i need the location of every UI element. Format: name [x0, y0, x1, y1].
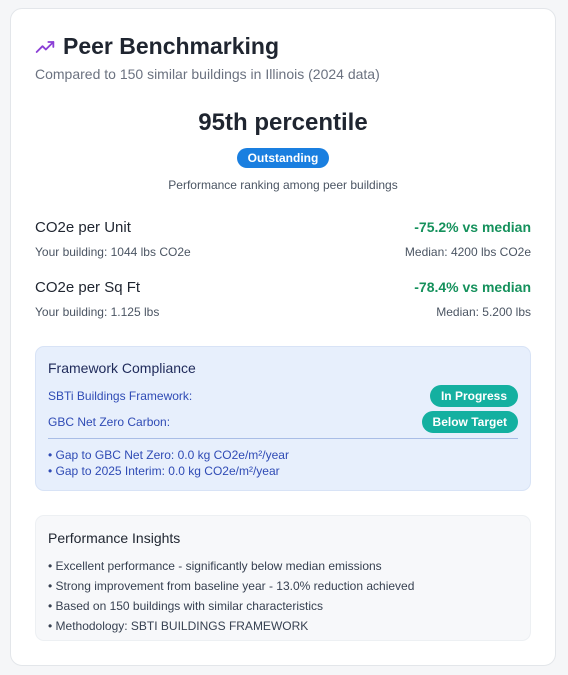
- peer-benchmarking-card: Peer Benchmarking Compared to 150 simila…: [10, 8, 556, 666]
- performance-insights-panel: Performance Insights • Excellent perform…: [35, 515, 531, 641]
- framework-compliance-panel: Framework Compliance SBTi Buildings Fram…: [35, 346, 531, 491]
- trending-up-icon: [35, 40, 55, 53]
- percentile-ranking: 95th percentile: [198, 109, 368, 136]
- compliance-divider: [48, 438, 518, 439]
- ranking-badge: Outstanding: [236, 148, 330, 168]
- compliance-label: SBTi Buildings Framework:: [48, 389, 193, 403]
- insights-title: Performance Insights: [48, 530, 181, 546]
- status-badge: In Progress: [429, 385, 518, 407]
- gap-list: • Gap to GBC Net Zero: 0.0 kg CO2e/m²/ye…: [48, 447, 289, 479]
- compliance-row-gbc: GBC Net Zero Carbon: Below Target: [48, 411, 518, 433]
- list-item: • Excellent performance - significantly …: [48, 559, 382, 573]
- metric-delta: -78.4% vs median: [414, 279, 531, 295]
- status-badge: Below Target: [421, 411, 518, 433]
- metric-your-value: Your building: 1.125 lbs: [35, 305, 160, 319]
- compliance-label: GBC Net Zero Carbon:: [48, 415, 171, 429]
- list-item: • Based on 150 buildings with similar ch…: [48, 599, 323, 613]
- metric-median-value: Median: 4200 lbs CO2e: [404, 245, 531, 259]
- metric-name: CO2e per Unit: [35, 219, 131, 236]
- metric-co2e-per-sqft: CO2e per Sq Ft -78.4% vs median Your bui…: [35, 279, 531, 319]
- metric-your-value: Your building: 1044 lbs CO2e: [35, 245, 191, 259]
- compliance-row-sbti: SBTi Buildings Framework: In Progress: [48, 385, 518, 407]
- metric-name: CO2e per Sq Ft: [35, 279, 141, 296]
- gap-item: • Gap to 2025 Interim: 0.0 kg CO2e/m²/ye…: [48, 464, 280, 478]
- ranking-caption: Performance ranking among peer buildings: [168, 178, 398, 192]
- compliance-title: Framework Compliance: [48, 360, 196, 376]
- card-title: Peer Benchmarking: [63, 33, 280, 59]
- gap-item: • Gap to GBC Net Zero: 0.0 kg CO2e/m²/ye…: [48, 448, 289, 462]
- metric-median-value: Median: 5.200 lbs: [436, 305, 531, 319]
- card-subtitle: Compared to 150 similar buildings in Ill…: [35, 66, 380, 82]
- list-item: • Strong improvement from baseline year …: [48, 579, 415, 593]
- list-item: • Methodology: SBTI BUILDINGS FRAMEWORK: [48, 619, 309, 633]
- metric-delta: -75.2% vs median: [414, 219, 531, 235]
- card-header: Peer Benchmarking: [35, 33, 279, 60]
- metric-co2e-per-unit: CO2e per Unit -75.2% vs median Your buil…: [35, 219, 531, 259]
- insight-list: • Excellent performance - significantly …: [48, 556, 414, 636]
